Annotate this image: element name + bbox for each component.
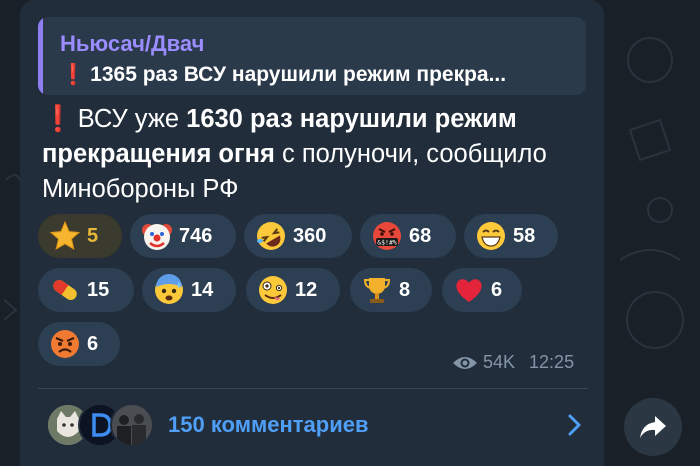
reaction-count: 5 xyxy=(87,224,99,247)
comments-link[interactable]: 150 комментариев xyxy=(168,412,369,438)
eye-icon xyxy=(453,356,477,369)
reaction-count: 746 xyxy=(179,224,213,247)
reaction-grinning[interactable]: 58 xyxy=(464,214,558,258)
message-text-part1: ВСУ уже xyxy=(77,105,187,133)
reaction-clown[interactable]: 746 xyxy=(130,214,236,258)
reaction-count: 58 xyxy=(513,224,536,247)
reaction-rolling-laughing[interactable]: 360 xyxy=(244,214,352,258)
reaction-cursing[interactable]: &$!#% 68 xyxy=(360,214,456,258)
reply-preview[interactable]: Ньюсач/Двач ❗ 1365 раз ВСУ нарушили режим… xyxy=(38,17,586,95)
group-photo-avatar-icon xyxy=(112,405,152,445)
share-arrow-icon xyxy=(640,416,666,438)
grinning-face-icon xyxy=(477,222,505,250)
reply-text-content: 1365 раз ВСУ нарушили режим прекра... xyxy=(90,63,507,86)
comments-divider xyxy=(38,388,588,389)
red-heart-icon xyxy=(456,279,482,302)
pill-icon xyxy=(53,279,77,301)
avatar xyxy=(110,403,154,447)
reaction-star[interactable]: 5 xyxy=(38,214,122,258)
reaction-pill[interactable]: 15 xyxy=(38,268,134,312)
reaction-count: 68 xyxy=(409,224,432,247)
reaction-count: 360 xyxy=(293,224,327,247)
share-button[interactable] xyxy=(624,398,682,456)
reaction-angry[interactable]: 6 xyxy=(38,322,120,366)
reaction-trophy[interactable]: 8 xyxy=(350,268,432,312)
exclamation-icon: ❗ xyxy=(60,63,87,86)
star-icon xyxy=(49,220,81,251)
rolling-laughing-icon xyxy=(257,222,285,250)
anxious-sweat-face-icon xyxy=(155,274,183,304)
clown-face-icon xyxy=(142,224,172,250)
message-meta: 54K 12:25 xyxy=(452,352,574,373)
reply-author: Ньюсач/Двач xyxy=(60,31,205,56)
reaction-count: 15 xyxy=(87,278,110,301)
message-text: ❗ ВСУ уже 1630 раз нарушили режим прекращ… xyxy=(42,102,582,207)
views-count: 54K xyxy=(483,352,516,372)
zany-face-icon xyxy=(259,276,287,304)
chevron-right-icon[interactable] xyxy=(562,412,586,438)
reaction-zany[interactable]: 12 xyxy=(246,268,340,312)
reaction-count: 6 xyxy=(87,332,99,355)
trophy-icon xyxy=(363,278,391,303)
angry-face-icon xyxy=(51,330,79,358)
reaction-anxious[interactable]: 14 xyxy=(142,268,236,312)
message-time: 12:25 xyxy=(529,352,575,372)
reaction-count: 6 xyxy=(491,278,503,301)
reaction-count: 14 xyxy=(191,278,214,301)
reaction-heart[interactable]: 6 xyxy=(442,268,522,312)
cursing-face-icon: &$!#% xyxy=(373,222,401,250)
exclamation-icon: ❗ xyxy=(42,105,74,133)
reply-text: ❗ 1365 раз ВСУ нарушили режим прекра... xyxy=(60,63,576,87)
reaction-count: 8 xyxy=(399,278,411,301)
commenter-avatars[interactable] xyxy=(46,403,156,447)
reply-accent-bar xyxy=(38,17,43,95)
reaction-count: 12 xyxy=(295,278,318,301)
cursing-symbols: &$!#% xyxy=(377,239,397,247)
